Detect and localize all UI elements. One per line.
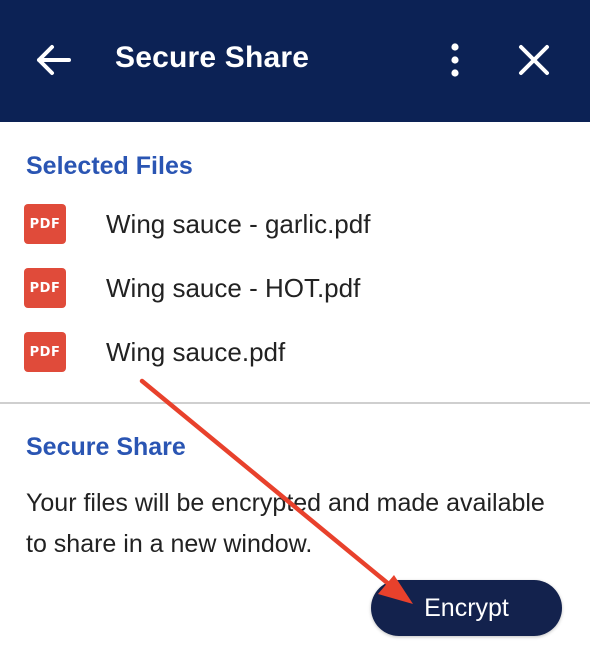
back-button[interactable] — [30, 36, 78, 84]
pdf-file-icon: PDF — [24, 332, 66, 372]
close-button[interactable] — [510, 36, 558, 84]
file-list-item[interactable]: PDF Wing sauce - HOT.pdf — [24, 266, 564, 310]
file-name: Wing sauce - garlic.pdf — [106, 209, 371, 239]
pdf-file-icon: PDF — [24, 204, 66, 244]
encrypt-button[interactable]: Encrypt — [371, 580, 562, 636]
close-icon — [519, 45, 549, 75]
arrow-left-icon — [37, 45, 71, 75]
selected-files-heading: Selected Files — [26, 152, 193, 180]
secure-share-description: Your files will be encrypted and made av… — [26, 489, 545, 558]
kebab-menu-icon — [451, 43, 459, 77]
header-bar: Secure Share — [0, 0, 590, 122]
file-list-item[interactable]: PDF Wing sauce - garlic.pdf — [24, 202, 564, 246]
section-divider — [0, 402, 590, 404]
secure-share-heading: Secure Share — [26, 433, 186, 461]
pdf-file-icon: PDF — [24, 268, 66, 308]
secure-share-panel: Secure Share Selected Files PDF Wing sau… — [0, 0, 590, 658]
file-name: Wing sauce - HOT.pdf — [106, 273, 361, 303]
more-options-button[interactable] — [436, 36, 474, 84]
page-title: Secure Share — [115, 41, 310, 74]
file-name: Wing sauce.pdf — [106, 337, 286, 367]
file-list-item[interactable]: PDF Wing sauce.pdf — [24, 330, 564, 374]
